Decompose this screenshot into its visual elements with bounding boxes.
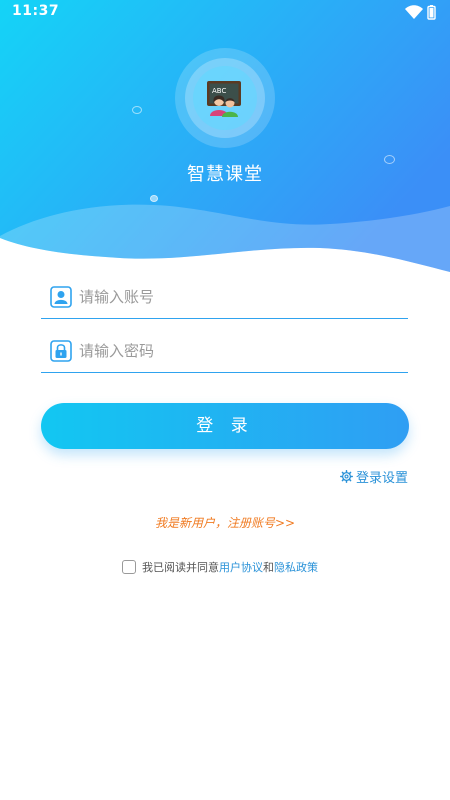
login-settings-link[interactable]: 登录设置 [339, 467, 408, 486]
agreement-checkbox[interactable] [122, 560, 136, 574]
status-icons [405, 5, 436, 20]
agreement-row: 我已阅读并同意 用户协议 和 隐私政策 [122, 558, 318, 576]
user-agreement-link[interactable]: 用户协议 [219, 559, 263, 575]
account-input[interactable] [79, 284, 399, 310]
status-time: 11:37 [12, 3, 60, 19]
login-screen: 11:37 ABC 智慧课堂 请输入账号 登 录 登录设置 我是新用户，注册账号… [0, 0, 450, 800]
password-field[interactable] [41, 334, 408, 373]
login-button[interactable]: 登 录 [41, 403, 409, 449]
battery-icon [427, 5, 436, 20]
lock-icon [50, 340, 72, 362]
agreement-conjunction: 和 [263, 561, 274, 574]
decor-bubble [150, 195, 158, 202]
app-title: 智慧课堂 [187, 164, 263, 185]
user-icon [50, 286, 72, 308]
privacy-policy-link[interactable]: 隐私政策 [274, 559, 318, 575]
decor-bubble [132, 106, 142, 114]
classroom-logo-icon: ABC [175, 48, 275, 148]
login-settings-label: 登录设置 [355, 470, 408, 486]
register-link[interactable]: 我是新用户，注册账号>> [0, 514, 450, 531]
status-bar: 11:37 [0, 0, 450, 24]
account-field[interactable] [41, 280, 408, 319]
wifi-icon [405, 5, 423, 19]
gear-icon [339, 469, 353, 483]
password-input[interactable] [79, 338, 399, 364]
logo-board-text: ABC [212, 87, 226, 95]
agreement-prefix: 我已阅读并同意 [142, 561, 219, 574]
